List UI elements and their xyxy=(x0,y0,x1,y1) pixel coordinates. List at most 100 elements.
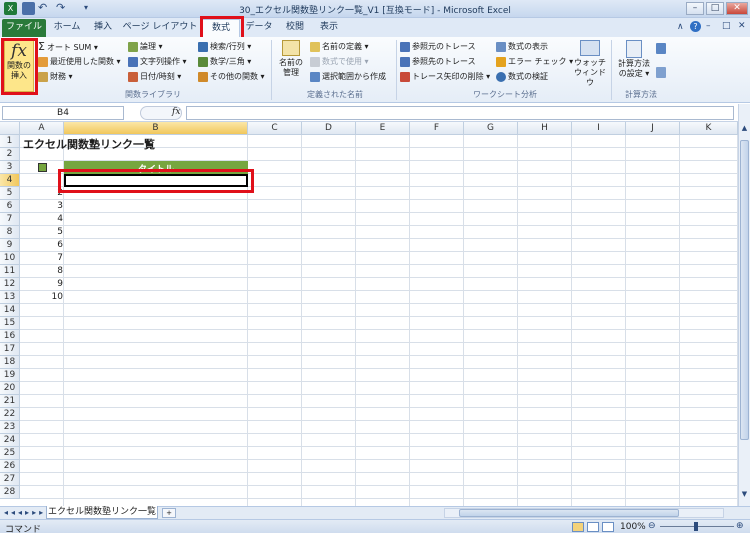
row-header-16[interactable]: 16 xyxy=(0,330,20,343)
column-header-f[interactable]: F xyxy=(410,122,464,135)
number-cell[interactable]: 7 xyxy=(20,253,63,263)
row-header-10[interactable]: 10 xyxy=(0,252,20,265)
tab-page-layout[interactable]: ページ レイアウト xyxy=(122,19,198,37)
number-cell[interactable]: 6 xyxy=(20,240,63,250)
calculation-options-button[interactable]: 計算方法 の設定 ▾ xyxy=(614,40,654,88)
name-manager-button[interactable]: 名前の 管理 xyxy=(276,40,306,88)
tab-view[interactable]: 表示 xyxy=(314,19,344,37)
formula-input[interactable] xyxy=(186,106,734,120)
row-header-20[interactable]: 20 xyxy=(0,382,20,395)
column-header-d[interactable]: D xyxy=(302,122,356,135)
error-checking-button[interactable]: エラー チェック ▾ xyxy=(496,55,573,68)
row-header-9[interactable]: 9 xyxy=(0,239,20,252)
row-header-17[interactable]: 17 xyxy=(0,343,20,356)
scroll-down-icon[interactable]: ▼ xyxy=(740,490,749,502)
evaluate-formula-button[interactable]: 数式の検証 xyxy=(496,70,548,83)
maximize-button[interactable]: □ xyxy=(706,2,724,15)
row-header-14[interactable]: 14 xyxy=(0,304,20,317)
insert-sheet-icon[interactable]: + xyxy=(162,508,176,518)
row-header-13[interactable]: 13 xyxy=(0,291,20,304)
select-all-button[interactable] xyxy=(0,122,20,135)
number-cell[interactable]: 3 xyxy=(20,201,63,211)
name-box[interactable]: B4 xyxy=(2,106,124,120)
sheet-tab-active[interactable]: エクセル関数塾リンク一覧 xyxy=(46,506,158,519)
number-cell[interactable]: 5 xyxy=(20,227,63,237)
vertical-scrollbar[interactable]: ▲ ▼ xyxy=(738,104,750,506)
row-header-27[interactable]: 27 xyxy=(0,473,20,486)
close-button[interactable]: ✕ xyxy=(726,2,748,15)
insert-function-fx-button[interactable]: fx xyxy=(172,107,180,117)
number-cell[interactable]: 2 xyxy=(20,188,63,198)
lookup-button[interactable]: 検索/行列 ▾ xyxy=(198,40,251,53)
row-header-2[interactable]: 2 xyxy=(0,148,20,161)
doc-restore-icon[interactable]: □ xyxy=(722,21,731,31)
number-cell[interactable]: 4 xyxy=(20,214,63,224)
vertical-scroll-thumb[interactable] xyxy=(740,140,749,440)
column-header-c[interactable]: C xyxy=(248,122,302,135)
normal-view-icon[interactable] xyxy=(572,522,584,532)
row-header-7[interactable]: 7 xyxy=(0,213,20,226)
zoom-out-icon[interactable]: ⊖ xyxy=(648,521,656,531)
trace-precedents-button[interactable]: 参照元のトレース xyxy=(400,40,476,53)
column-header-g[interactable]: G xyxy=(464,122,518,135)
row-header-11[interactable]: 11 xyxy=(0,265,20,278)
logical-button[interactable]: 論理 ▾ xyxy=(128,40,163,53)
column-header-k[interactable]: K xyxy=(680,122,738,135)
row-header-1[interactable]: 1 xyxy=(0,135,20,148)
math-button[interactable]: 数学/三角 ▾ xyxy=(198,55,251,68)
text-functions-button[interactable]: 文字列操作 ▾ xyxy=(128,55,187,68)
zoom-in-icon[interactable]: ⊕ xyxy=(736,521,744,531)
scroll-up-icon[interactable]: ▲ xyxy=(740,124,749,136)
more-functions-button[interactable]: その他の関数 ▾ xyxy=(198,70,265,83)
column-header-j[interactable]: J xyxy=(626,122,680,135)
column-header-e[interactable]: E xyxy=(356,122,410,135)
number-cell[interactable]: 9 xyxy=(20,279,63,289)
row-header-26[interactable]: 26 xyxy=(0,460,20,473)
zoom-level[interactable]: 100% xyxy=(620,522,646,532)
calculate-now-icon[interactable] xyxy=(656,43,666,54)
row-header-12[interactable]: 12 xyxy=(0,278,20,291)
autosum-button[interactable]: Σ オート SUM ▾ xyxy=(38,40,98,53)
watch-window-button[interactable]: ウォッチ ウィンドウ xyxy=(572,40,608,88)
remove-arrows-button[interactable]: トレース矢印の削除 ▾ xyxy=(400,70,490,83)
column-header-a[interactable]: A xyxy=(20,122,64,135)
row-header-6[interactable]: 6 xyxy=(0,200,20,213)
row-header-24[interactable]: 24 xyxy=(0,434,20,447)
row-header-22[interactable]: 22 xyxy=(0,408,20,421)
horizontal-scroll-thumb[interactable] xyxy=(459,509,679,517)
financial-button[interactable]: 財務 ▾ xyxy=(38,70,73,83)
row-header-19[interactable]: 19 xyxy=(0,369,20,382)
row-header-23[interactable]: 23 xyxy=(0,421,20,434)
row-header-3[interactable]: 3 xyxy=(0,161,20,174)
page-layout-view-icon[interactable] xyxy=(587,522,599,532)
trace-dependents-button[interactable]: 参照先のトレース xyxy=(400,55,476,68)
row-header-21[interactable]: 21 xyxy=(0,395,20,408)
calculate-sheet-icon[interactable] xyxy=(656,67,666,78)
horizontal-scrollbar[interactable] xyxy=(444,508,724,518)
column-header-h[interactable]: H xyxy=(518,122,572,135)
minimize-ribbon-icon[interactable]: ∧ xyxy=(677,22,684,32)
row-header-8[interactable]: 8 xyxy=(0,226,20,239)
show-formulas-button[interactable]: 数式の表示 xyxy=(496,40,548,53)
doc-minimize-icon[interactable]: – xyxy=(706,21,711,31)
tab-data[interactable]: データ xyxy=(242,19,276,37)
tab-file[interactable]: ファイル xyxy=(2,19,46,37)
tab-review[interactable]: 校閲 xyxy=(280,19,310,37)
worksheet-grid[interactable]: ABCDEFGHIJK 1 2 3 4 5 6 7 8 9 10 11 12 13 14 15 16 17 18 1… xyxy=(0,122,738,506)
number-cell[interactable]: 10 xyxy=(20,292,63,302)
row-header-28[interactable]: 28 xyxy=(0,486,20,499)
tab-home[interactable]: ホーム xyxy=(50,19,84,37)
use-in-formula-button[interactable]: 数式で使用 ▾ xyxy=(310,55,369,68)
datetime-button[interactable]: 日付/時刻 ▾ xyxy=(128,70,181,83)
column-header-b[interactable]: B xyxy=(64,122,248,135)
row-header-25[interactable]: 25 xyxy=(0,447,20,460)
row-header-4[interactable]: 4 xyxy=(0,174,20,187)
number-cell[interactable]: 8 xyxy=(20,266,63,276)
doc-close-icon[interactable]: ✕ xyxy=(738,21,746,31)
row-header-5[interactable]: 5 xyxy=(0,187,20,200)
column-header-i[interactable]: I xyxy=(572,122,626,135)
row-header-15[interactable]: 15 xyxy=(0,317,20,330)
create-from-selection-button[interactable]: 選択範囲から作成 xyxy=(310,70,386,83)
sheet-nav-icons[interactable]: ◂◂◂▸▸▸ xyxy=(4,508,46,517)
zoom-slider-thumb[interactable] xyxy=(694,522,698,531)
